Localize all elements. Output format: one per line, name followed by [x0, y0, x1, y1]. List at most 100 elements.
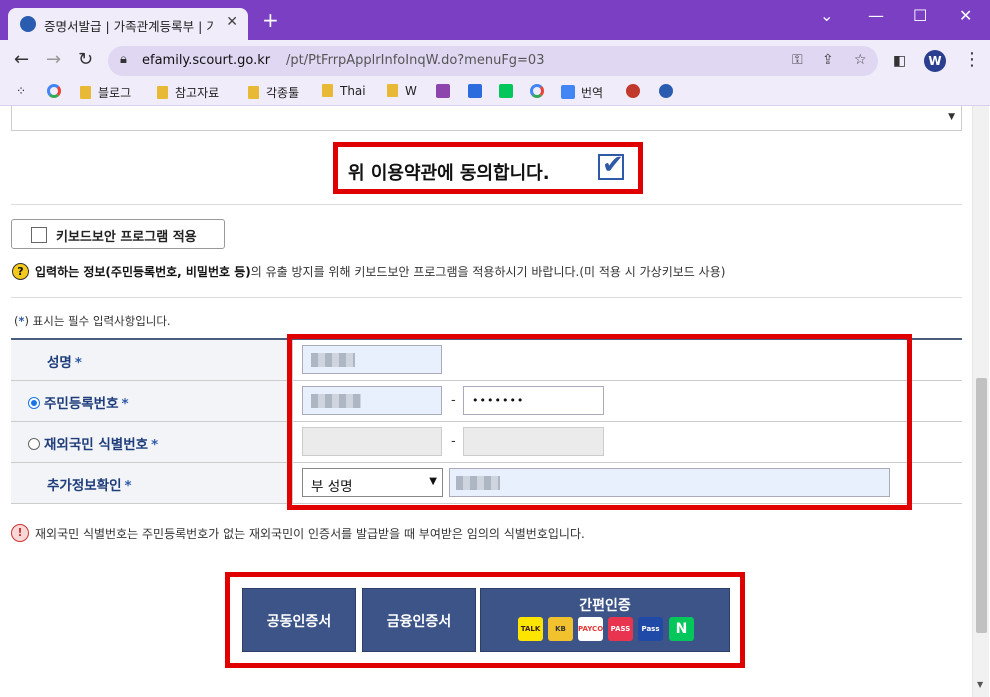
terms-textbox[interactable]: ▼ [11, 106, 962, 131]
bookmark-court[interactable] [659, 84, 673, 99]
scroll-down-arrow-icon[interactable]: ▼ [977, 680, 983, 689]
required-star: * [125, 478, 132, 494]
label-text: 재외국민 식별번호 [44, 437, 148, 453]
form-label-cell: 추가정보확인* [11, 463, 293, 503]
folder-icon [157, 86, 168, 99]
back-icon[interactable]: ← [14, 50, 29, 70]
profile-avatar[interactable]: W [924, 50, 946, 72]
url-path: /pt/PtFrrpApplrInfoInqW.do?menuFg=03 [286, 53, 544, 68]
agree-label: 위 이용약관에 동의합니다. [348, 159, 550, 185]
form-label-cell: 주민등록번호* [11, 381, 293, 421]
d-logo-icon [436, 84, 450, 98]
tab-search-icon[interactable]: ⌄ [820, 6, 833, 25]
label-text: 추가정보확인 [47, 478, 122, 494]
security-notice: 입력하는 정보(주민등록번호, 비밀번호 등)의 유출 방지를 위해 키보드보안… [35, 263, 725, 280]
google-bookmark[interactable] [47, 84, 61, 98]
foreign-id-notice: 재외국민 식별번호는 주민등록번호가 없는 재외국민이 인증서를 발급받을 때 … [35, 525, 585, 542]
folder-icon [80, 86, 91, 99]
url-domain: efamily.scourt.go.kr [142, 53, 270, 68]
bookmark-folder[interactable]: Thai [322, 84, 366, 98]
bookmark-label: Thai [340, 84, 366, 98]
divider [11, 297, 962, 298]
required-star: * [151, 437, 158, 453]
financial-certificate-button[interactable]: 금융인증서 [362, 588, 476, 652]
bookmark-folder[interactable]: 블로그 [80, 84, 131, 101]
bookmark-label: 블로그 [98, 86, 131, 100]
reload-icon[interactable]: ↻ [78, 50, 93, 70]
keyboard-security-button[interactable]: 키보드보안 프로그램 적용 [11, 219, 225, 249]
required-note: (*) 표시는 필수 입력사항입니다. [14, 313, 171, 329]
bookmark-korea[interactable] [626, 84, 640, 99]
page-scrollbar[interactable]: ▼ [972, 106, 989, 697]
label-text: 주민등록번호 [44, 396, 119, 412]
bookmark-naver[interactable] [499, 84, 513, 99]
highlight-box [287, 334, 912, 510]
button-label: 금융인증서 [363, 611, 475, 631]
share-icon[interactable]: ⇪ [822, 52, 834, 68]
key-icon[interactable]: ⚿ [792, 52, 803, 68]
form-label-cell: 성명* [11, 340, 293, 380]
joint-certificate-button[interactable]: 공동인증서 [242, 588, 356, 652]
name-label: 성명* [47, 351, 82, 371]
bookmark-d[interactable] [436, 84, 450, 99]
google-bookmark[interactable] [530, 84, 544, 98]
translate-icon [561, 85, 575, 99]
agree-checkbox[interactable]: ✔ [598, 154, 624, 180]
rrn-option[interactable]: 주민등록번호* [28, 392, 129, 412]
forward-icon[interactable]: → [46, 50, 61, 70]
divider [11, 204, 962, 205]
rrn-radio[interactable] [28, 397, 40, 409]
tab-close-icon[interactable]: ✕ [226, 14, 238, 30]
bookmark-label: 번역 [581, 86, 603, 100]
exclamation-icon: ! [11, 524, 29, 542]
window-close-icon[interactable]: ✕ [959, 6, 972, 25]
scroll-thumb[interactable] [976, 378, 987, 633]
button-label: 간편인증 [481, 595, 729, 615]
folder-icon [387, 84, 398, 97]
required-note-text: ) 표시는 필수 입력사항입니다. [25, 314, 171, 328]
apps-icon[interactable]: ⁘ [16, 84, 26, 98]
translate-bookmark[interactable]: 번역 [561, 84, 603, 101]
bookmark-label: 각종툴 [266, 86, 299, 100]
naver-logo-icon [499, 84, 513, 98]
bookmark-z[interactable] [468, 84, 482, 99]
bookmark-folder[interactable]: 각종툴 [248, 84, 299, 101]
maximize-icon[interactable]: ☐ [913, 6, 927, 25]
page-content: ▼ 위 이용약관에 동의합니다. ✔ 키보드보안 프로그램 적용 ? 입력하는 … [0, 106, 990, 697]
z-logo-icon [468, 84, 482, 98]
minimize-icon[interactable]: — [868, 6, 884, 25]
browser-tab[interactable]: 증명서발급 | 가족관계등록부 | 가 ✕ [8, 8, 248, 40]
google-icon [47, 84, 61, 98]
foreign-id-option[interactable]: 재외국민 식별번호* [28, 433, 158, 453]
kakao-icon: TALK [518, 617, 543, 641]
folder-icon [248, 86, 259, 99]
check-icon: ✔ [602, 150, 624, 180]
lock-icon[interactable]: 🔒︎ [120, 52, 127, 67]
bookmark-star-icon[interactable]: ☆ [854, 52, 867, 68]
bookmark-label: W [405, 84, 417, 98]
bookmark-label: 참고자료 [175, 86, 219, 100]
taegeuk-icon [626, 84, 640, 98]
site-favicon-icon [20, 16, 36, 32]
question-icon: ? [12, 263, 29, 280]
browser-toolbar: ← → ↻ 🔒︎ efamily.scourt.go.kr /pt/PtFrrp… [0, 40, 990, 80]
scroll-down-icon[interactable]: ▼ [948, 112, 955, 122]
menu-icon[interactable]: ⋮ [963, 50, 981, 70]
folder-icon [322, 84, 333, 97]
side-panel-icon[interactable]: ◧ [893, 51, 906, 71]
google-icon [530, 84, 544, 98]
foreign-id-radio[interactable] [28, 438, 40, 450]
kb-icon: KB [548, 617, 573, 641]
new-tab-button[interactable]: + [262, 10, 279, 30]
bookmark-folder[interactable]: 참고자료 [157, 84, 219, 101]
keyboard-security-label: 키보드보안 프로그램 적용 [56, 226, 197, 245]
address-bar[interactable]: 🔒︎ efamily.scourt.go.kr /pt/PtFrrpApplrI… [108, 46, 878, 76]
bookmark-folder[interactable]: W [387, 84, 417, 98]
simple-auth-button[interactable]: 간편인증 TALK KB PAYCO PASS Pass N [480, 588, 730, 652]
bookmarks-bar: ⁘ 블로그 참고자료 각종툴 Thai W 번역 [0, 80, 990, 106]
label-text: 성명 [47, 355, 72, 371]
samsung-pass-icon: Pass [638, 617, 663, 641]
notice-text: 의 유출 방지를 위해 키보드보안 프로그램을 적용하시기 바랍니다.(미 적용… [251, 265, 726, 279]
keyboard-security-checkbox[interactable] [31, 227, 47, 243]
naver-icon: N [669, 617, 694, 641]
